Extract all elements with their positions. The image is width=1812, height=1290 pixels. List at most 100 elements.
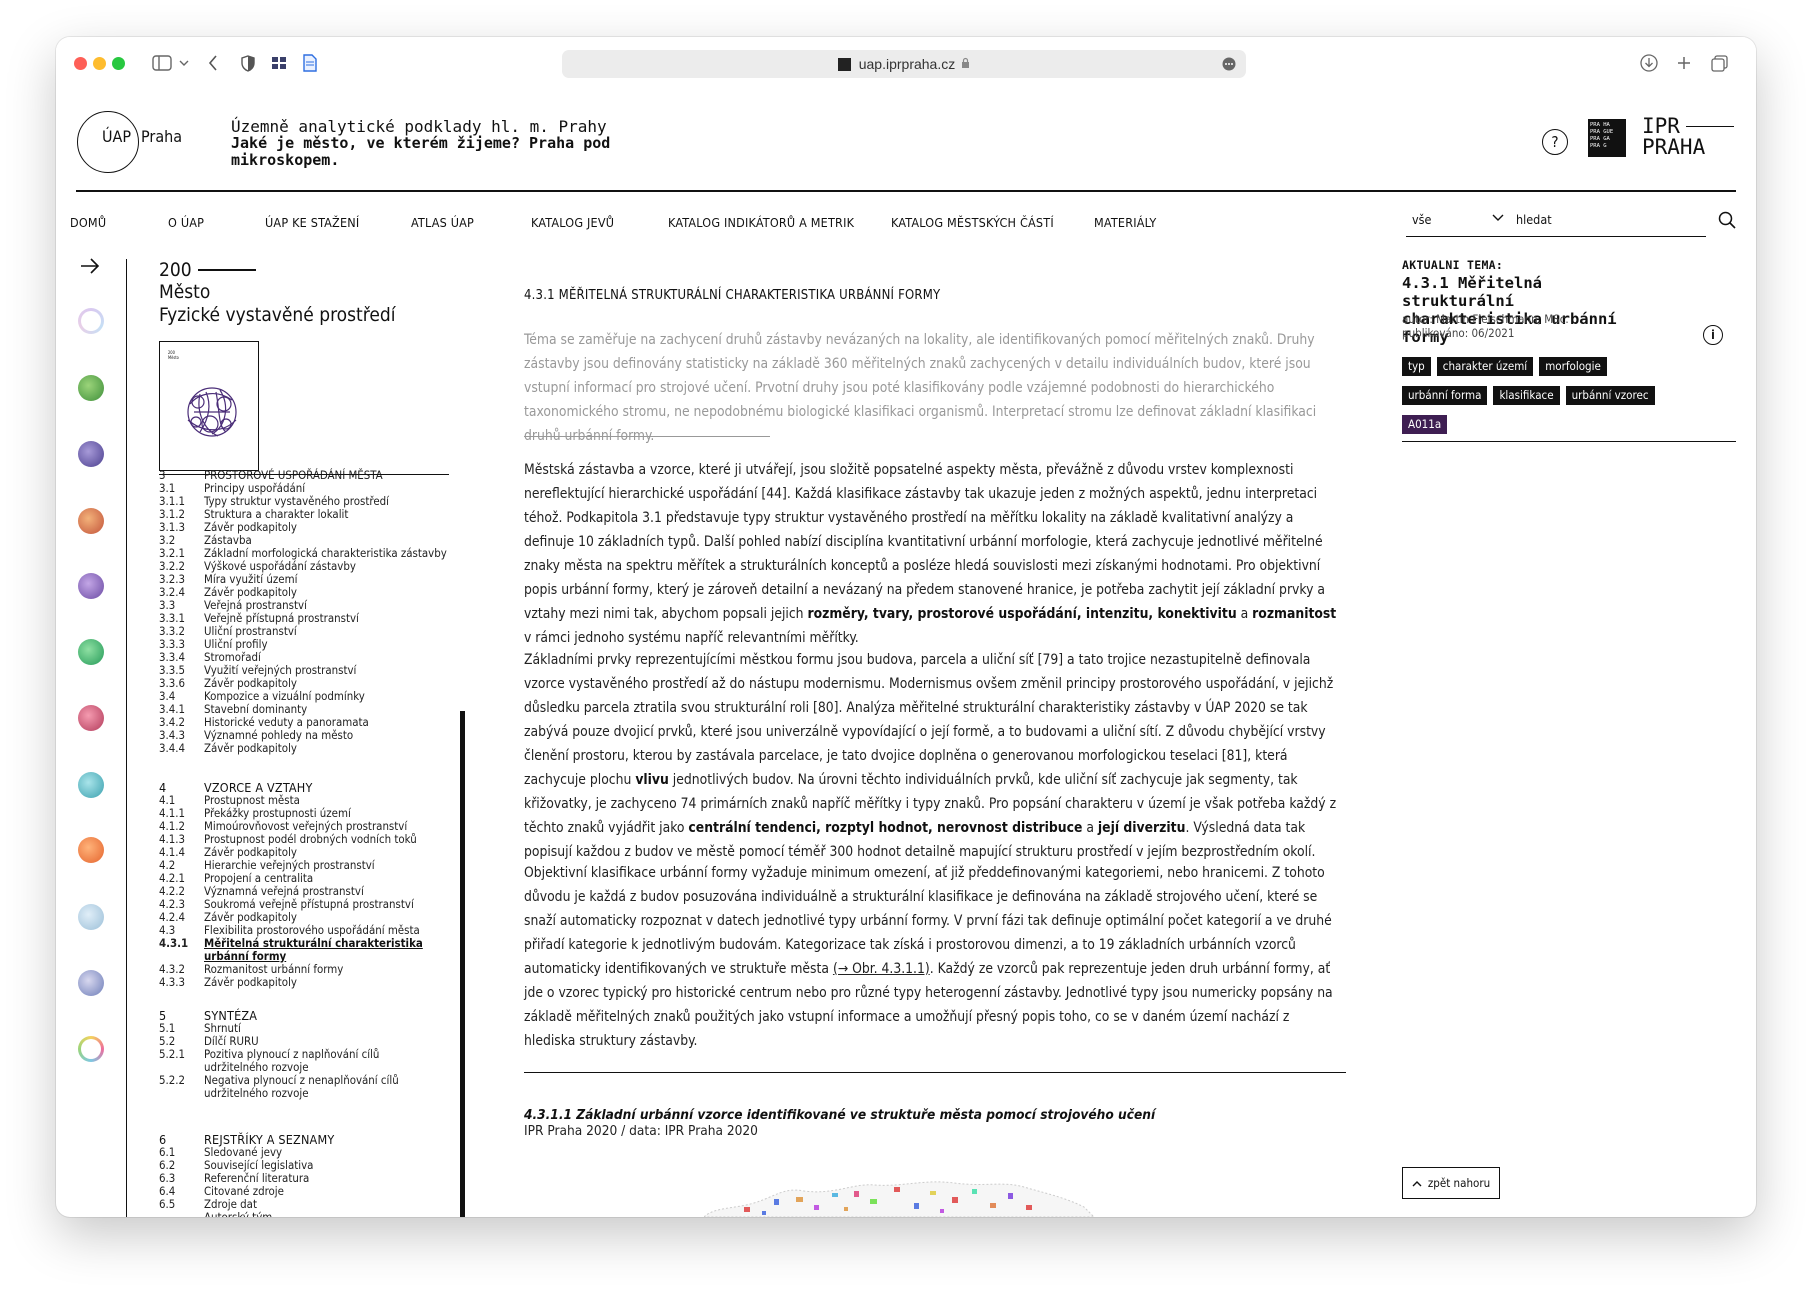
toc-number: 4.3.3: [159, 975, 186, 989]
page-menu-icon[interactable]: [1222, 57, 1236, 74]
minimize-window-button[interactable]: [93, 57, 106, 70]
back-icon[interactable]: [206, 52, 220, 74]
close-window-button[interactable]: [74, 57, 87, 70]
chapter-dot-icon[interactable]: [78, 375, 104, 401]
chevron-down-icon[interactable]: [1492, 211, 1504, 226]
arrow-right-icon[interactable]: [80, 255, 100, 279]
toc-label: Stromořadí: [204, 650, 261, 664]
page-document-icon[interactable]: [302, 52, 318, 74]
zoom-window-button[interactable]: [112, 57, 125, 70]
toc-label-cont: urbánní formy: [204, 949, 287, 963]
topic-meta: autor: Martin Fleischmann, MSc. publikov…: [1402, 312, 1569, 340]
privacy-shield-icon[interactable]: [240, 52, 256, 74]
address-bar[interactable]: uap.iprpraha.cz: [562, 50, 1246, 78]
lock-icon: [961, 56, 970, 72]
search-input[interactable]: hledat: [1516, 212, 1696, 227]
nav-item-o-uap[interactable]: O ÚAP: [168, 215, 204, 230]
sidebar-toggle-icon[interactable]: [152, 52, 172, 74]
toc-item[interactable]: 5.2.1 Pozitiva plynoucí z naplňování cílů…: [159, 1048, 399, 1074]
nav-item-uap-ke-stazeni[interactable]: ÚAP KE STAŽENÍ: [265, 215, 359, 230]
chapter-dot-icon[interactable]: [78, 904, 104, 930]
toc-item[interactable]: 3.2.2 Výškové uspořádání zástavby: [159, 560, 447, 573]
p2-bold: vlivu: [635, 772, 669, 788]
toc-item[interactable]: 3.3.5 Využití veřejných prostranství: [159, 664, 447, 677]
search-icon[interactable]: [1718, 211, 1736, 233]
tag-urbanni-vzorec[interactable]: urbánní vzorec: [1565, 386, 1655, 405]
toc-label: Překážky prostupnosti území: [204, 806, 351, 820]
article-lead: Téma se zaměřuje na zachycení druhů zást…: [524, 332, 1317, 444]
search-underline: [1406, 236, 1706, 238]
toc-item[interactable]: 4.3.1 Měřitelná strukturální charakterist…: [159, 937, 423, 963]
toc-item[interactable]: 5.1 Shrnutí: [159, 1022, 399, 1035]
chapter-dot-icon[interactable]: [78, 970, 104, 996]
toc-item[interactable]: Autorský tým: [159, 1211, 334, 1218]
chevron-up-icon: [1412, 1180, 1422, 1186]
toc-label: Negativa plynoucí z nenaplňování cílů: [204, 1073, 399, 1087]
chapter-heading-line2: Fyzické vystavěné prostředí: [159, 304, 396, 326]
nav-item-katalog-mestskych-casti[interactable]: KATALOG MĚSTSKÝCH ČÁSTÍ: [891, 215, 1054, 230]
chapter-dot-icon[interactable]: [78, 508, 104, 534]
article-title: 4.3.1 MĚŘITELNÁ STRUKTURÁLNÍ CHARAKTERIS…: [524, 288, 941, 303]
chapter-dot-icon[interactable]: [78, 705, 104, 731]
prague-badge-logo[interactable]: PRA HA PRA GUE PRA GA PRA G: [1588, 119, 1626, 157]
nav-item-atlas-uap[interactable]: ATLAS ÚAP: [411, 215, 474, 230]
article-paragraph-2: Základními prvky reprezentujícími městko…: [524, 648, 1344, 864]
chapter-dot-icon[interactable]: [78, 639, 104, 665]
nav-item-katalog-indikatoru[interactable]: KATALOG INDIKÁTORŮ A METRIK: [668, 215, 854, 230]
figure-reference-link[interactable]: (→ Obr. 4.3.1.1): [833, 961, 930, 977]
chapter-dot-icon[interactable]: [78, 772, 104, 798]
ipr-praha-logo[interactable]: IPR PRAHA: [1642, 116, 1734, 158]
toc-label: Veřejně přístupná prostranství: [204, 611, 359, 625]
toc-label: Prostupnost podél drobných vodních toků: [204, 832, 417, 846]
prague-badge-line: PRA G: [1590, 143, 1607, 149]
logo-uap-text[interactable]: ÚAP: [102, 127, 131, 146]
info-icon[interactable]: i: [1703, 325, 1723, 345]
tag-charakter-uzemi[interactable]: charakter území: [1436, 357, 1534, 376]
toc-item[interactable]: 3.1.3 Závěr podkapitoly: [159, 521, 447, 534]
toc-label: Výškové uspořádání zástavby: [204, 559, 356, 573]
toc-item[interactable]: 3.4.3 Významné pohledy na město: [159, 729, 447, 742]
nav-item-materialy[interactable]: MATERIÁLY: [1094, 215, 1156, 230]
p1-text: a: [1236, 606, 1253, 622]
chapter-dot-icon[interactable]: [78, 573, 104, 599]
chapter-dot-icon[interactable]: [78, 441, 104, 467]
chapter-dot-icon[interactable]: [78, 1036, 104, 1062]
toc-label: Citované zdroje: [204, 1184, 284, 1198]
chapter-dot-icon[interactable]: [78, 308, 104, 334]
toc-item[interactable]: 4.3.3 Závěr podkapitoly: [159, 976, 423, 989]
logo-praha-text[interactable]: Praha: [141, 127, 182, 146]
chapter-dot-icon[interactable]: [78, 837, 104, 863]
tag-code[interactable]: A011a: [1402, 415, 1448, 434]
tag-morfologie[interactable]: morfologie: [1539, 357, 1607, 376]
tag-klasifikace[interactable]: klasifikace: [1493, 386, 1560, 405]
downloads-icon[interactable]: [1640, 52, 1658, 74]
tag-urbanni-forma[interactable]: urbánní forma: [1402, 386, 1488, 405]
toc-item[interactable]: 3.1.2 Struktura a charakter lokalit: [159, 508, 447, 521]
toc-section-heading[interactable]: 5 SYNTÉZA: [159, 1009, 399, 1022]
tab-overview-icon[interactable]: [1710, 52, 1728, 74]
extension-icon[interactable]: [270, 52, 288, 74]
toc-item[interactable]: 3.4.4 Závěr podkapitoly: [159, 742, 447, 755]
toc-label: Propojení a centralita: [204, 871, 314, 885]
figure-source: IPR Praha 2020 / data: IPR Praha 2020: [524, 1123, 758, 1139]
nav-item-domu[interactable]: DOMŮ: [70, 215, 106, 230]
browser-window: uap.iprpraha.cz ÚAP Praha Územně analyti…: [56, 37, 1756, 1217]
toc-label: Závěr podkapitoly: [204, 741, 297, 755]
urban-pattern-map[interactable]: [704, 1147, 1104, 1217]
sidebar-scrollbar[interactable]: [460, 711, 465, 1217]
toc-item[interactable]: 3.2.3 Míra využití území: [159, 573, 447, 586]
toc-label: Související legislativa: [204, 1158, 314, 1172]
new-tab-icon[interactable]: [1676, 52, 1692, 74]
toc-label: Měřitelná strukturální charakteristika: [204, 936, 423, 950]
chapter-cover-thumbnail[interactable]: 200 Město: [159, 341, 259, 471]
toc-label: Dílčí RURU: [204, 1034, 259, 1048]
toc-item[interactable]: 3.3.3 Uliční profily: [159, 638, 447, 651]
toc-item[interactable]: 3.3.1 Veřejně přístupná prostranství: [159, 612, 447, 625]
tag-typ[interactable]: typ: [1402, 357, 1431, 376]
toc-item[interactable]: 3.3.2 Uliční prostranství: [159, 625, 447, 638]
help-icon[interactable]: ?: [1542, 129, 1568, 155]
nav-item-katalog-jevu[interactable]: KATALOG JEVŮ: [531, 215, 614, 230]
chevron-down-icon[interactable]: [178, 52, 190, 74]
toc-item[interactable]: 5.2.2 Negativa plynoucí z nenaplňování cí…: [159, 1074, 399, 1100]
back-to-top-button[interactable]: zpět nahoru: [1402, 1167, 1500, 1199]
